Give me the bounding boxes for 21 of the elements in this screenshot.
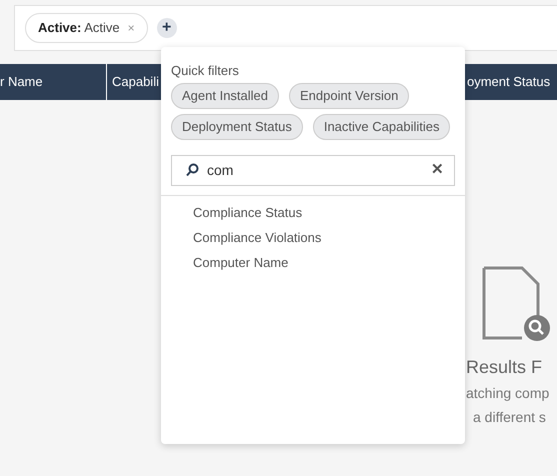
- result-item[interactable]: Compliance Status: [161, 200, 465, 224]
- quick-filter-pill[interactable]: Inactive Capabilities: [312, 114, 450, 140]
- filter-chip[interactable]: Active: Active ×: [25, 13, 148, 43]
- section-label: Quick filters: [170, 62, 240, 80]
- result-item[interactable]: Compliance Violations: [161, 224, 465, 250]
- add-filter-button[interactable]: +: [156, 18, 177, 38]
- quick-filter-pill[interactable]: Deployment Status: [171, 114, 303, 140]
- filter-chip-label: Active: Active: [38, 19, 120, 38]
- empty-state-message: atching comp: [466, 384, 550, 403]
- quick-filter-pill[interactable]: Agent Installed: [171, 82, 280, 108]
- empty-state-title: Results F: [466, 356, 542, 379]
- result-item[interactable]: Computer Name: [161, 250, 465, 274]
- search-icon: [186, 163, 199, 177]
- search-field[interactable]: com ✕: [171, 154, 455, 186]
- quick-filter-pill[interactable]: Endpoint Version: [289, 82, 410, 108]
- document-search-icon: [482, 266, 552, 342]
- clear-button[interactable]: ✕: [431, 158, 444, 182]
- empty-state-message: a different s: [473, 408, 546, 427]
- column-header[interactable]: Capabili: [112, 72, 159, 92]
- column-header[interactable]: oyment Status: [467, 72, 550, 92]
- column-header[interactable]: r Name: [0, 72, 43, 92]
